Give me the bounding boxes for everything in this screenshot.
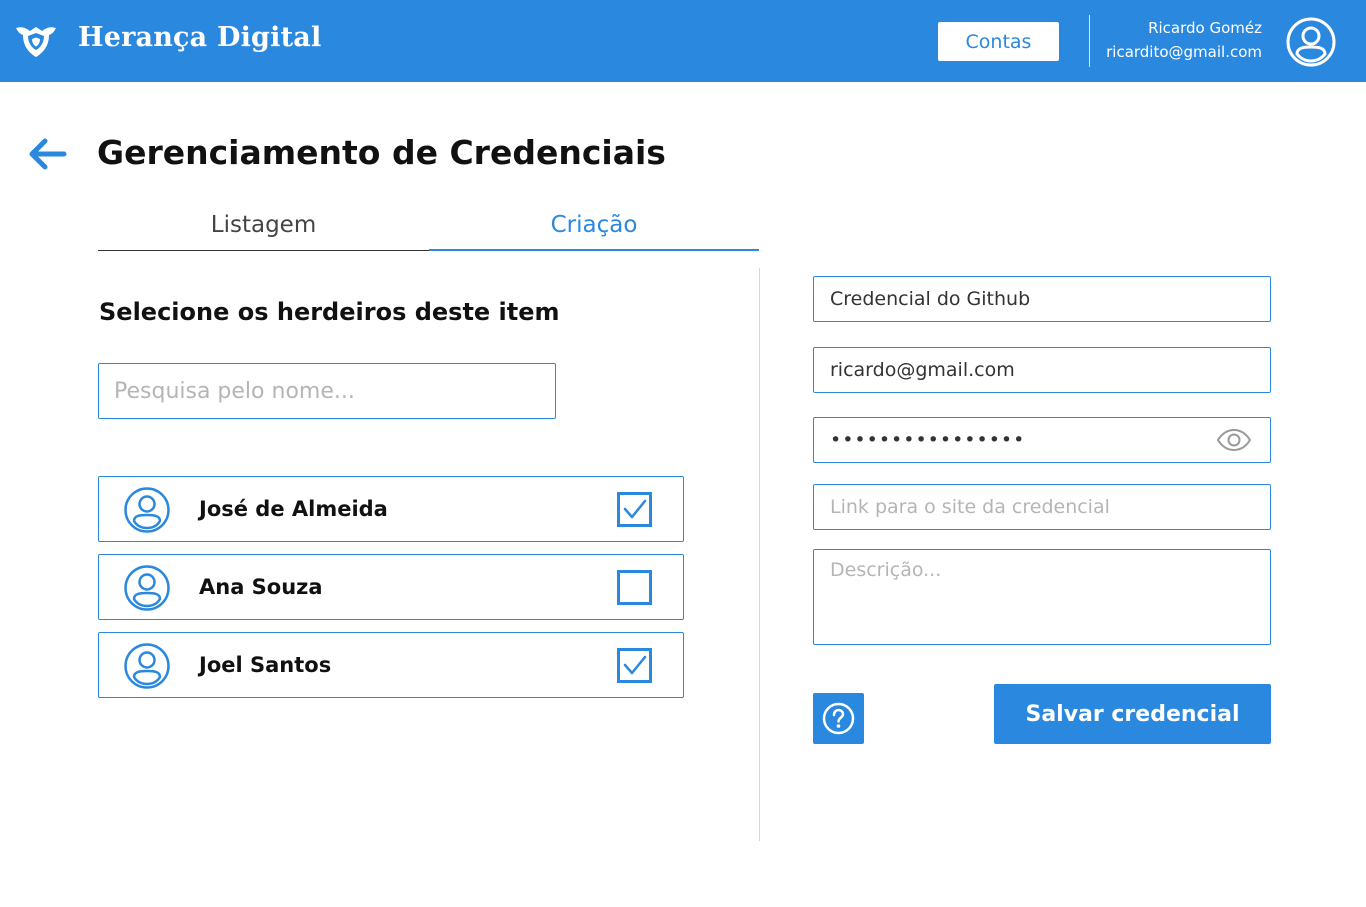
heir-name: Ana Souza xyxy=(199,575,323,599)
credential-description-input[interactable] xyxy=(813,549,1271,645)
shield-wings-icon xyxy=(16,27,56,57)
tab-criacao[interactable]: Criação xyxy=(429,200,759,251)
checkbox-checked-icon[interactable] xyxy=(617,492,652,527)
arrow-left-icon[interactable] xyxy=(26,136,70,172)
heirs-section-title: Selecione os herdeiros deste item xyxy=(99,298,560,326)
credential-title-input[interactable] xyxy=(813,276,1271,322)
help-button[interactable] xyxy=(813,693,864,744)
checkbox-empty-icon[interactable] xyxy=(617,570,652,605)
top-bar: Herança Digital Contas Ricardo Goméz ric… xyxy=(0,0,1366,82)
question-circle-icon xyxy=(822,702,855,735)
credential-password-input[interactable] xyxy=(813,417,1271,463)
heir-search-input[interactable] xyxy=(98,363,556,419)
user-name: Ricardo Goméz xyxy=(1148,19,1262,37)
user-avatar-icon[interactable] xyxy=(1286,17,1336,67)
column-divider xyxy=(759,268,760,841)
save-credential-button[interactable]: Salvar credencial xyxy=(994,684,1271,744)
user-circle-icon xyxy=(124,565,170,611)
tab-listagem[interactable]: Listagem xyxy=(98,200,429,251)
heir-row[interactable]: José de Almeida xyxy=(98,476,684,542)
heir-name: Joel Santos xyxy=(199,653,332,677)
checkbox-checked-icon[interactable] xyxy=(617,648,652,683)
heir-row[interactable]: Ana Souza xyxy=(98,554,684,620)
credential-link-input[interactable] xyxy=(813,484,1271,530)
user-circle-icon xyxy=(124,487,170,533)
credential-login-input[interactable] xyxy=(813,347,1271,393)
brand-name: Herança Digital xyxy=(78,22,322,53)
eye-icon[interactable] xyxy=(1216,428,1252,452)
header-divider xyxy=(1089,15,1090,67)
heir-name: José de Almeida xyxy=(199,497,388,521)
accounts-button[interactable]: Contas xyxy=(938,22,1059,61)
user-email: ricardito@gmail.com xyxy=(1106,43,1262,61)
user-circle-icon xyxy=(124,643,170,689)
heir-row[interactable]: Joel Santos xyxy=(98,632,684,698)
page-title: Gerenciamento de Credenciais xyxy=(97,133,666,172)
